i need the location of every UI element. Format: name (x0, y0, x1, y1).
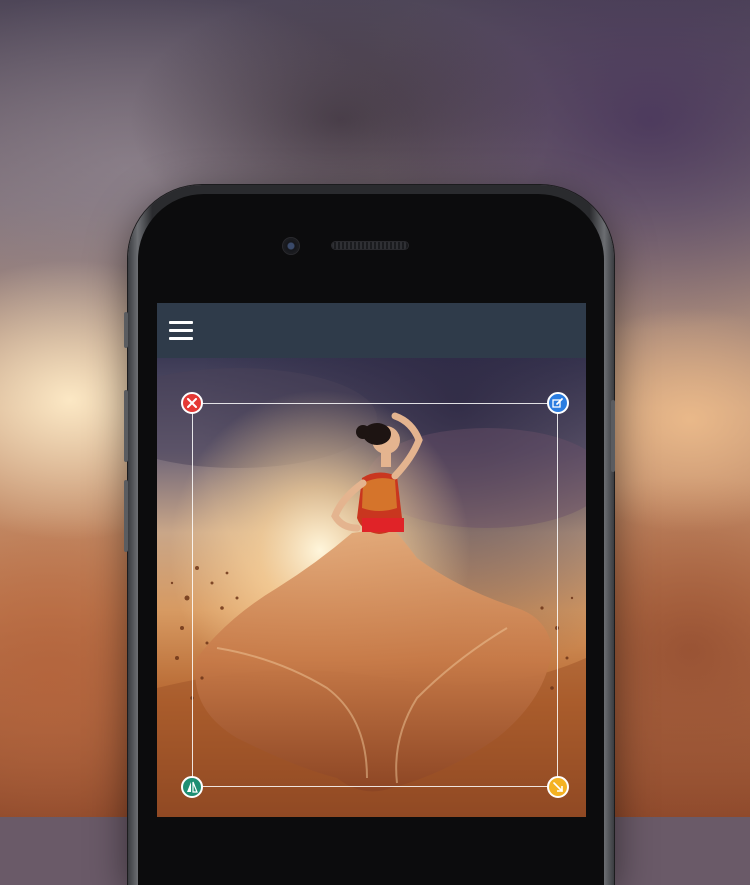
hamburger-menu-icon[interactable] (169, 321, 193, 341)
phone-volume-down (124, 480, 128, 552)
earpiece-speaker (332, 242, 408, 249)
close-icon[interactable] (181, 392, 203, 414)
sticker-bounding-box[interactable] (192, 403, 558, 787)
app-toolbar (157, 303, 586, 358)
front-camera (283, 238, 299, 254)
app-screen (157, 303, 586, 817)
phone-volume-up (124, 390, 128, 462)
edit-icon[interactable] (547, 392, 569, 414)
photo-canvas[interactable] (157, 358, 586, 817)
resize-icon[interactable] (547, 776, 569, 798)
phone-mute-switch (124, 312, 128, 348)
flip-icon[interactable] (181, 776, 203, 798)
phone-power-button (611, 400, 615, 472)
